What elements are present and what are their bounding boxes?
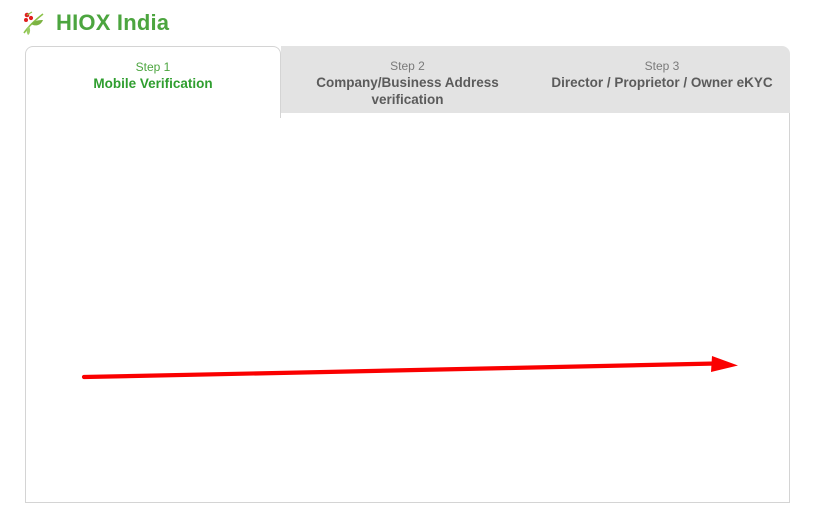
active-tab-joiner (26, 112, 280, 115)
wizard-card: Step 1 Mobile Verification Step 2 Compan… (25, 46, 790, 503)
wizard-card-body (25, 113, 790, 503)
plant-sprig-icon (23, 11, 44, 35)
wizard-tab-strip: Step 1 Mobile Verification Step 2 Compan… (25, 46, 790, 118)
tab-title-label: Company/Business Address verification (316, 75, 499, 107)
tab-step-label: Step 2 (390, 59, 425, 73)
tab-step-label: Step 1 (135, 60, 171, 74)
page-title: HIOX India (56, 10, 170, 35)
tab-step-label: Step 3 (644, 59, 680, 73)
tab-title-label: Director / Proprietor / Owner eKYC (551, 75, 773, 90)
tab-company-address-verification[interactable]: Step 2 Company/Business Address verifica… (281, 46, 534, 114)
tab-director-ekyc[interactable]: Step 3 Director / Proprietor / Owner eKY… (534, 46, 790, 114)
app-header: HIOX India (0, 0, 815, 46)
tab-title-label: Mobile Verification (93, 76, 213, 91)
tab-mobile-verification[interactable]: Step 1 Mobile Verification (25, 46, 281, 118)
